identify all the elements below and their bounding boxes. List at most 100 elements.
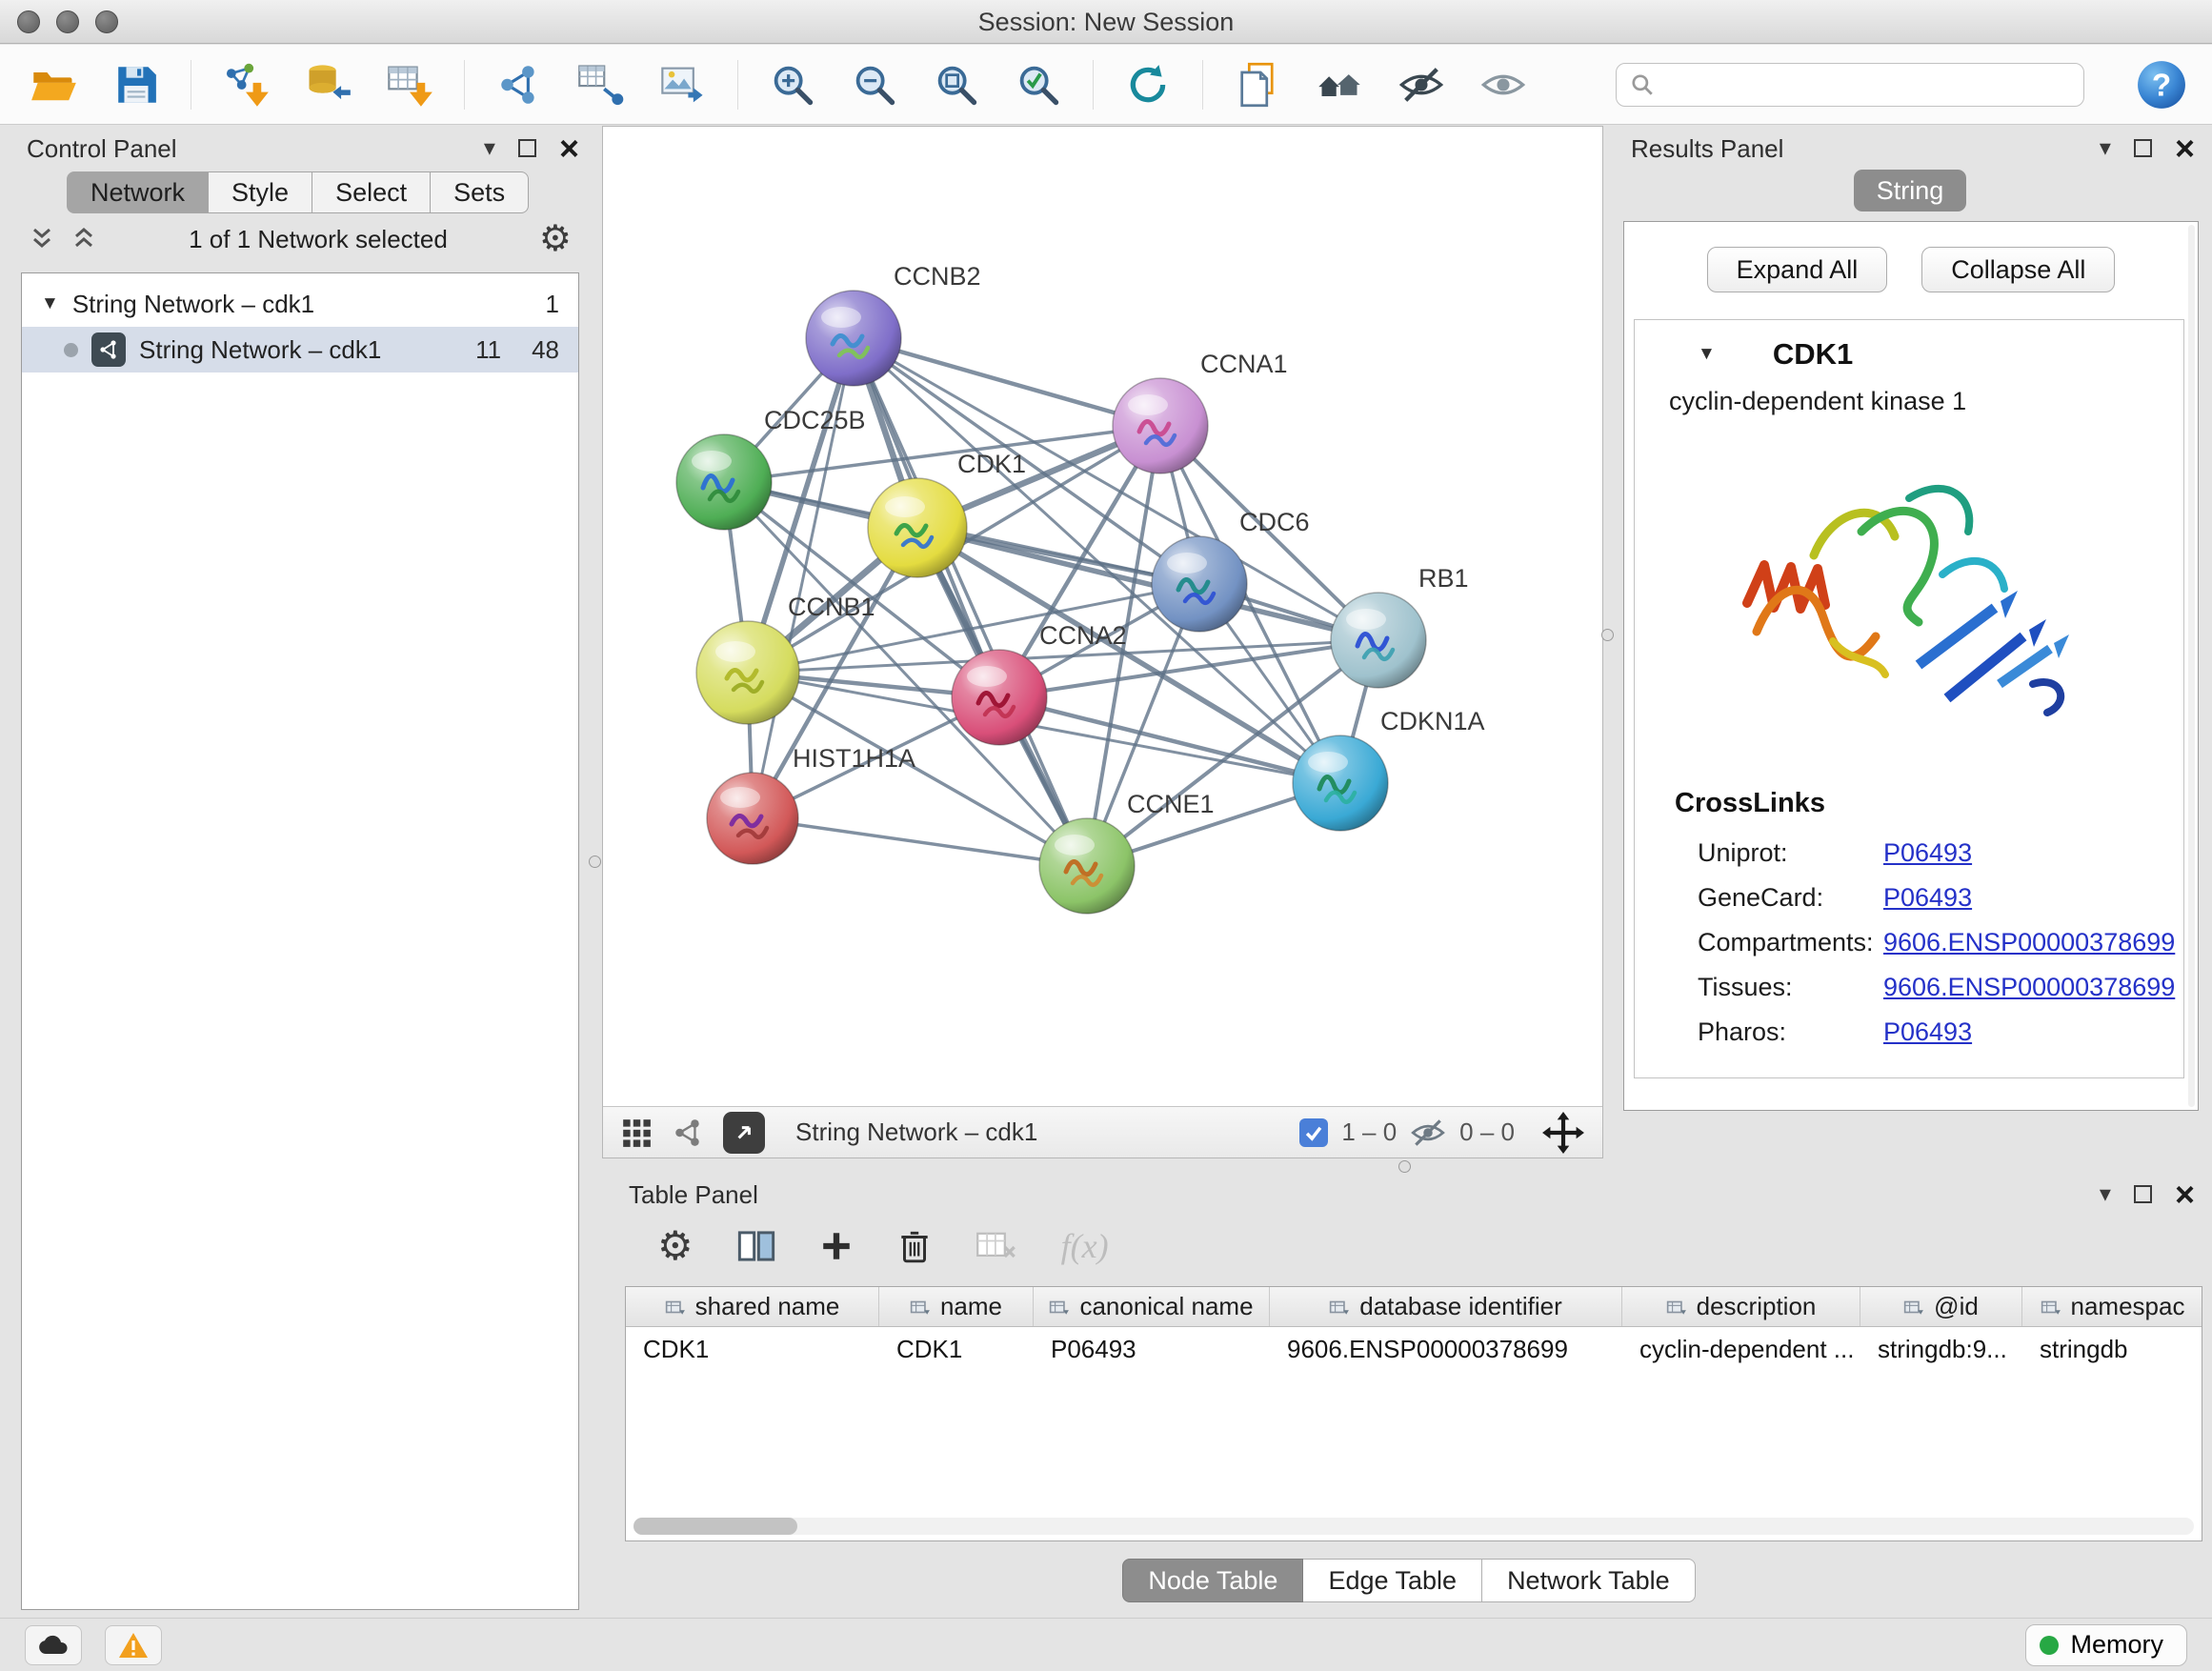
- copy-document-button[interactable]: [1230, 56, 1285, 113]
- network-canvas[interactable]: CCNB2CCNA1CDC25BCDK1CDC6RB1CCNB1CCNA2CDK…: [603, 127, 1602, 1106]
- results-panel-title: Results Panel: [1631, 134, 1783, 164]
- import-network-from-database-button[interactable]: [300, 56, 355, 113]
- zoom-selected-button[interactable]: [1011, 56, 1066, 113]
- memory-button[interactable]: Memory: [2025, 1624, 2187, 1666]
- selected-checkbox-icon[interactable]: [1299, 1118, 1328, 1147]
- panel-float-icon[interactable]: [2134, 1185, 2152, 1203]
- table-row[interactable]: CDK1 CDK1 P06493 9606.ENSP00000378699 cy…: [626, 1327, 2202, 1371]
- bottom-splitter-handle[interactable]: [1398, 1160, 1411, 1173]
- results-scrollbar[interactable]: [2188, 225, 2195, 1107]
- save-session-button[interactable]: [109, 56, 164, 113]
- tab-string[interactable]: String: [1854, 170, 1966, 211]
- tab-node-table[interactable]: Node Table: [1122, 1559, 1303, 1602]
- panel-menu-icon[interactable]: ▾: [484, 137, 495, 160]
- toolbar-separator: [464, 60, 465, 110]
- import-network-from-file-button[interactable]: [218, 56, 273, 113]
- column-header[interactable]: name: [879, 1287, 1034, 1326]
- network-tree: ▼ String Network – cdk1 1 String Network…: [21, 272, 579, 1610]
- column-type-icon: [665, 1297, 686, 1318]
- tab-network[interactable]: Network: [67, 171, 209, 213]
- add-column-button[interactable]: [819, 1229, 854, 1263]
- show-columns-button[interactable]: [737, 1229, 775, 1263]
- export-image-button[interactable]: [655, 56, 711, 113]
- column-header[interactable]: database identifier: [1270, 1287, 1622, 1326]
- right-splitter-handle[interactable]: [1601, 629, 1614, 641]
- control-panel-header: Control Panel ▾ ×: [8, 128, 593, 170]
- home-button[interactable]: [1312, 56, 1367, 113]
- tab-sets[interactable]: Sets: [431, 171, 529, 213]
- network-row[interactable]: String Network – cdk1 11 48: [22, 327, 578, 372]
- panel-close-icon[interactable]: ×: [2175, 1181, 2195, 1209]
- network-view-icon[interactable]: [672, 1117, 704, 1149]
- new-network-from-table-button[interactable]: [573, 56, 629, 113]
- network-label: String Network – cdk1: [139, 335, 381, 365]
- function-builder-button-disabled[interactable]: f(x): [1061, 1226, 1109, 1266]
- tree-expander-icon[interactable]: ▼: [41, 293, 59, 314]
- refresh-button[interactable]: [1120, 56, 1176, 113]
- search-icon: [1630, 72, 1655, 97]
- delete-table-button-disabled[interactable]: [975, 1230, 1017, 1262]
- collapse-all-icon[interactable]: [29, 225, 55, 253]
- import-table-from-file-button[interactable]: [382, 56, 437, 113]
- horizontal-scrollbar-thumb[interactable]: [633, 1518, 797, 1535]
- crosslink-row: Compartments: 9606.ENSP00000378699: [1635, 920, 2183, 965]
- network-edge-count: 48: [532, 335, 559, 365]
- zoom-window-button[interactable]: [95, 10, 118, 33]
- tab-edge-table[interactable]: Edge Table: [1303, 1559, 1482, 1602]
- panel-menu-icon[interactable]: ▾: [2100, 137, 2111, 160]
- expand-all-icon[interactable]: [70, 225, 97, 253]
- panel-close-icon[interactable]: ×: [2175, 135, 2195, 163]
- crosslink-link[interactable]: P06493: [1883, 838, 1972, 868]
- show-all-button[interactable]: [1476, 56, 1531, 113]
- left-splitter-handle[interactable]: [589, 856, 601, 868]
- expand-all-button[interactable]: Expand All: [1707, 247, 1888, 292]
- crosslink-link[interactable]: 9606.ENSP00000378699: [1883, 928, 2175, 957]
- hide-selected-button[interactable]: [1394, 56, 1449, 113]
- gene-name: CDK1: [1773, 337, 1853, 372]
- tab-style[interactable]: Style: [209, 171, 312, 213]
- import-table-icon: [385, 60, 434, 110]
- help-button[interactable]: ?: [2136, 59, 2187, 111]
- network-summary-row: 1 of 1 Network selected ⚙: [8, 213, 593, 265]
- warning-icon: [118, 1632, 149, 1659]
- open-session-button[interactable]: [27, 56, 82, 113]
- network-options-gear-icon[interactable]: ⚙: [539, 221, 572, 257]
- grid-view-icon[interactable]: [620, 1117, 653, 1149]
- column-header[interactable]: shared name: [626, 1287, 879, 1326]
- network-collection-row[interactable]: ▼ String Network – cdk1 1: [22, 281, 578, 327]
- column-header[interactable]: @id: [1860, 1287, 2022, 1326]
- svg-text:CDC6: CDC6: [1239, 508, 1310, 536]
- panel-float-icon[interactable]: [2134, 139, 2152, 157]
- help-icon: ?: [2136, 59, 2187, 111]
- column-header[interactable]: canonical name: [1034, 1287, 1270, 1326]
- tab-select[interactable]: Select: [312, 171, 431, 213]
- table-settings-button[interactable]: ⚙: [657, 1226, 694, 1266]
- column-header[interactable]: namespac: [2022, 1287, 2202, 1326]
- new-network-button[interactable]: [492, 56, 547, 113]
- collapse-all-button[interactable]: Collapse All: [1921, 247, 2115, 292]
- svg-text:CDC25B: CDC25B: [764, 406, 866, 434]
- column-header[interactable]: description: [1622, 1287, 1860, 1326]
- crosslink-label: Compartments:: [1698, 928, 1883, 957]
- crosslink-link[interactable]: 9606.ENSP00000378699: [1883, 973, 2175, 1002]
- close-window-button[interactable]: [17, 10, 40, 33]
- pan-move-icon[interactable]: [1541, 1111, 1585, 1155]
- minimize-window-button[interactable]: [56, 10, 79, 33]
- zoom-fit-button[interactable]: [929, 56, 984, 113]
- zoom-out-button[interactable]: [847, 56, 902, 113]
- zoom-in-button[interactable]: [765, 56, 820, 113]
- table-cell: 9606.ENSP00000378699: [1270, 1335, 1622, 1364]
- tab-network-table[interactable]: Network Table: [1482, 1559, 1696, 1602]
- crosslink-link[interactable]: P06493: [1883, 883, 1972, 913]
- warnings-button[interactable]: [105, 1625, 162, 1665]
- panel-float-icon[interactable]: [518, 139, 536, 157]
- table-cell: P06493: [1034, 1335, 1270, 1364]
- birds-eye-view-button[interactable]: [723, 1112, 765, 1154]
- entry-collapse-icon[interactable]: ▼: [1698, 344, 1716, 365]
- delete-column-button[interactable]: [897, 1227, 932, 1265]
- panel-menu-icon[interactable]: ▾: [2100, 1183, 2111, 1206]
- panel-close-icon[interactable]: ×: [559, 135, 579, 163]
- crosslink-link[interactable]: P06493: [1883, 1017, 1972, 1047]
- search-input[interactable]: [1664, 70, 2070, 99]
- cloud-button[interactable]: [25, 1625, 82, 1665]
